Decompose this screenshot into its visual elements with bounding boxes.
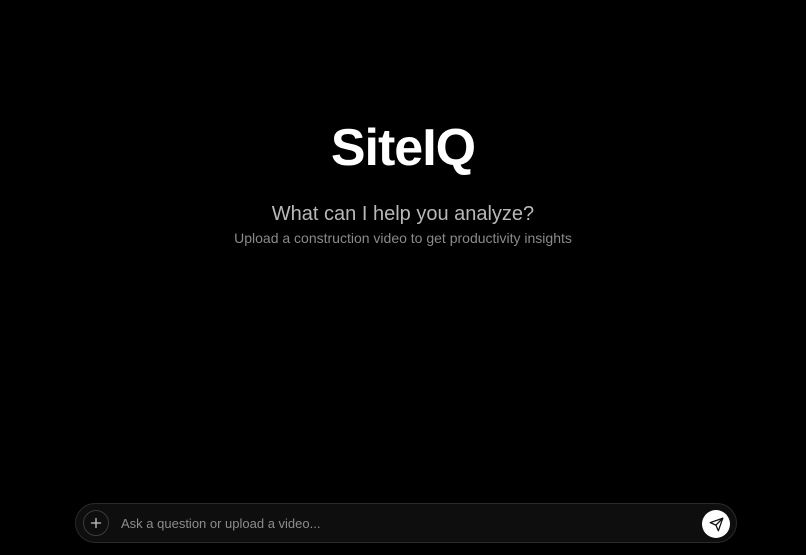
app-logo: SiteIQ [330, 119, 476, 177]
welcome-subline: Upload a construction video to get produ… [234, 230, 572, 246]
chat-composer [75, 503, 737, 543]
app-window: SiteIQ What can I help you analyze? Uplo… [0, 0, 806, 555]
send-button[interactable] [702, 510, 730, 538]
plus-icon [90, 517, 102, 529]
prompt-input[interactable] [121, 512, 681, 534]
welcome-headline: What can I help you analyze? [271, 203, 535, 225]
attach-button[interactable] [83, 510, 109, 536]
send-icon [709, 517, 723, 531]
